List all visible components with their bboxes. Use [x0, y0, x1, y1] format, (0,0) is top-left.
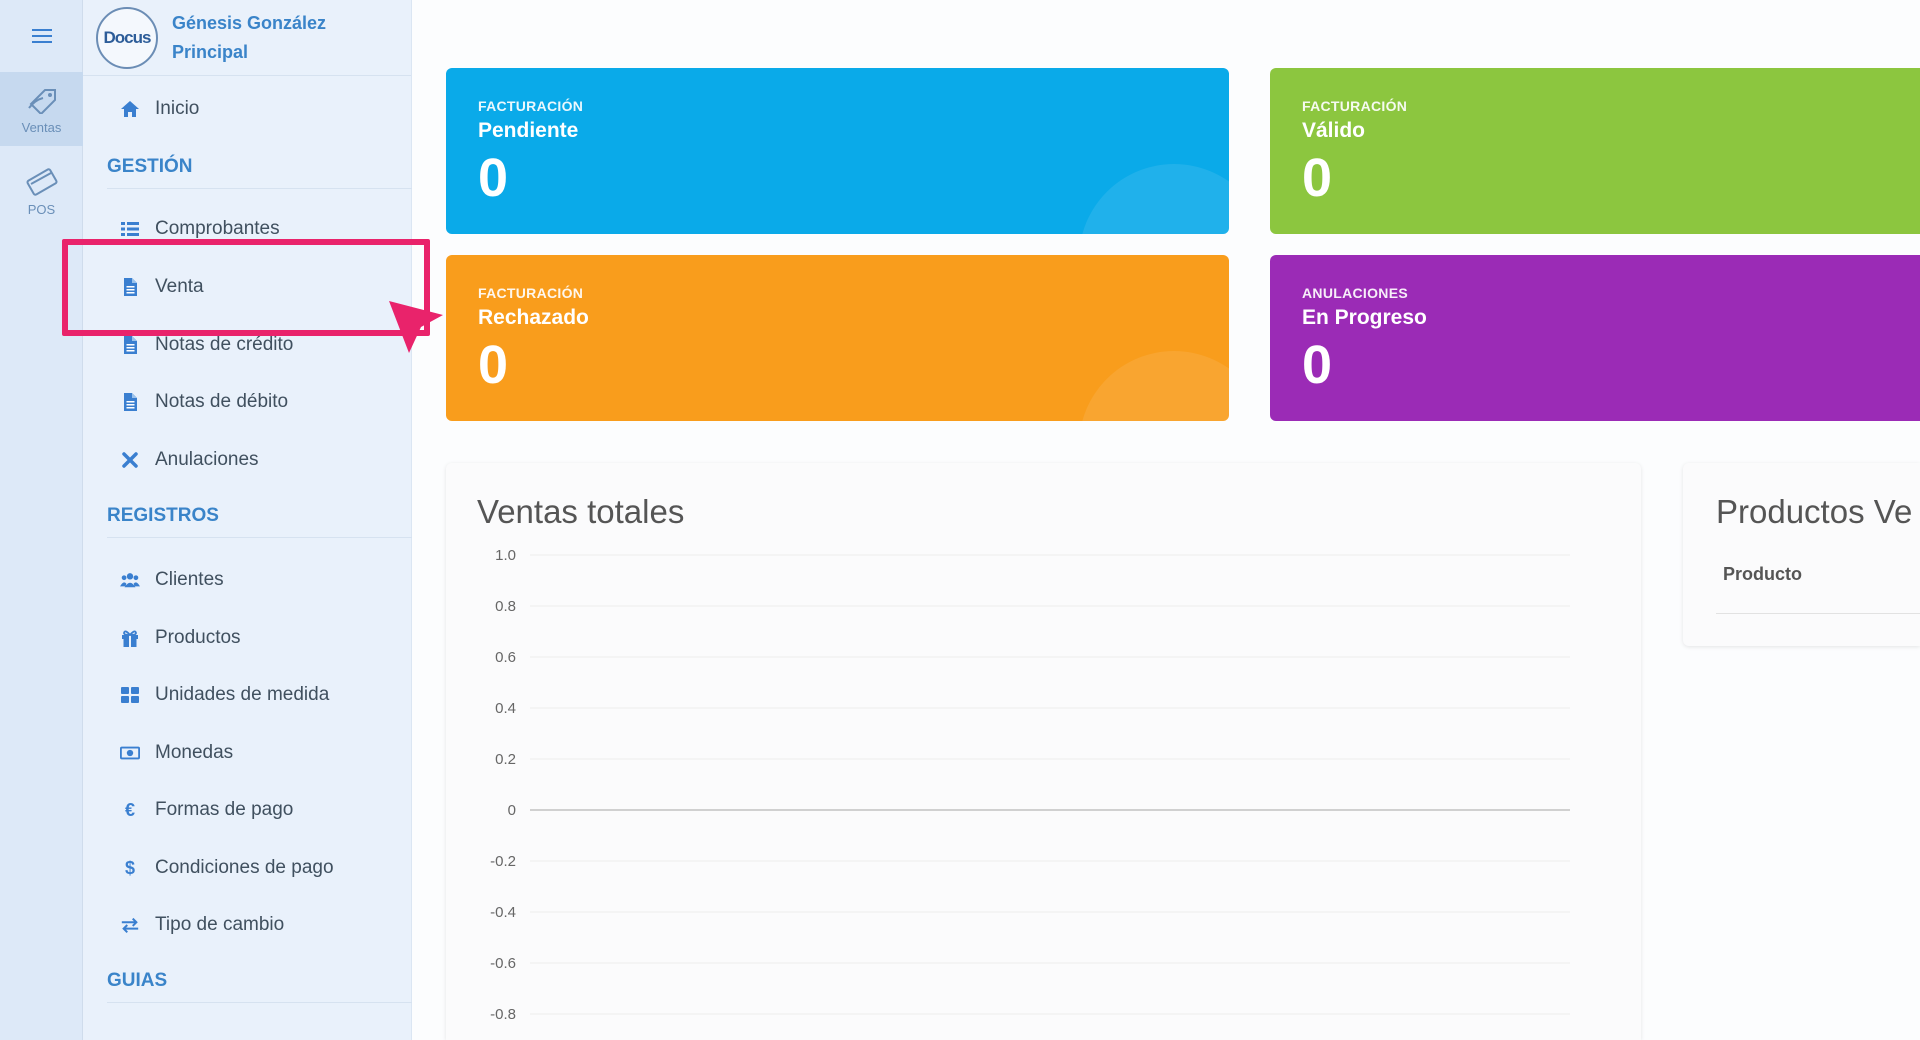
- sidebar-item-inicio[interactable]: Inicio: [83, 87, 412, 131]
- table-divider: [1716, 613, 1920, 614]
- y-tick-label: 0.6: [495, 649, 516, 666]
- euro-icon: €: [124, 799, 135, 820]
- sidebar-item-label: Clientes: [155, 569, 224, 590]
- products-panel: Productos Ve Producto: [1683, 463, 1920, 646]
- grid-icon: [117, 685, 143, 705]
- y-tick-label: 0.8: [495, 598, 516, 615]
- sidebar-item-clientes[interactable]: Clientes: [83, 558, 412, 602]
- document-icon: [117, 392, 143, 412]
- sidebar-item-label: Formas de pago: [155, 799, 294, 820]
- y-tick-label: 0.4: [495, 700, 516, 717]
- user-name: Génesis González: [172, 12, 327, 33]
- users-icon: [117, 570, 143, 590]
- section-registros: REGISTROS: [107, 494, 412, 538]
- y-tick-label: 0.2: [495, 751, 516, 768]
- sidebar-item-anulaciones[interactable]: Anulaciones: [83, 438, 412, 482]
- sidebar-item-tipo-cambio[interactable]: Tipo de cambio: [83, 903, 412, 947]
- highlight-box: [62, 239, 430, 336]
- card-facturacion-rechazado[interactable]: FACTURACIÓN Rechazado 0: [446, 255, 1229, 421]
- pointer-arrow-icon: [389, 301, 443, 353]
- exchange-icon: [117, 915, 143, 935]
- card-category: FACTURACIÓN: [478, 285, 584, 301]
- card-facturacion-valido[interactable]: FACTURACIÓN Válido 0: [1270, 68, 1920, 234]
- dollar-icon: $: [124, 857, 135, 878]
- card-label: Pendiente: [478, 119, 579, 142]
- sidebar-item-condiciones-pago[interactable]: $ Condiciones de pago: [83, 846, 412, 890]
- profile-header[interactable]: Docus Génesis González Principal: [83, 0, 411, 76]
- sidebar-item-monedas[interactable]: Monedas: [83, 731, 412, 775]
- sidebar-item-formas-pago[interactable]: € Formas de pago: [83, 788, 412, 832]
- card-category: FACTURACIÓN: [1302, 98, 1408, 114]
- sidebar-item-label: Inicio: [155, 98, 200, 119]
- y-tick-label: -0.4: [490, 904, 516, 921]
- sidebar-item-label: Notas de crédito: [155, 334, 294, 355]
- sidebar-item-label: Unidades de medida: [155, 684, 330, 705]
- sidebar-item-label: Comprobantes: [155, 218, 280, 239]
- cross-icon: [117, 450, 143, 470]
- card-anulaciones-progreso[interactable]: ANULACIONES En Progreso 0: [1270, 255, 1920, 421]
- rail-item-pos[interactable]: POS: [0, 154, 83, 228]
- company-logo: Docus: [96, 6, 158, 69]
- pos-card-icon: [25, 167, 58, 196]
- user-role: Principal: [172, 41, 249, 62]
- card-facturacion-pendiente[interactable]: FACTURACIÓN Pendiente 0: [446, 68, 1229, 234]
- sales-chart: 1.0 0.8 0.6 0.4 0.2 0 -0.2 -0.4 -0.6 -0.8: [490, 547, 1570, 1023]
- products-panel-title: Productos Ve: [1716, 493, 1913, 530]
- menu-toggle-icon[interactable]: [0, 0, 83, 72]
- y-tick-label: -0.6: [490, 955, 516, 972]
- document-icon: [117, 335, 143, 355]
- sidebar: Docus Génesis González Principal Inicio …: [83, 0, 412, 1040]
- card-category: ANULACIONES: [1302, 285, 1408, 301]
- app-rail: Ventas POS: [0, 0, 83, 1040]
- sidebar-item-label: Monedas: [155, 742, 234, 763]
- section-gestion: GESTIÓN: [107, 145, 412, 189]
- sidebar-item-label: Anulaciones: [155, 449, 259, 470]
- card-label: Válido: [1302, 119, 1366, 142]
- sidebar-item-productos[interactable]: Productos: [83, 616, 412, 660]
- sidebar-item-unidades-medida[interactable]: Unidades de medida: [83, 673, 412, 717]
- y-tick-label: -0.2: [490, 853, 516, 870]
- sales-chart-panel: Ventas totales 1.0 0.8 0.6 0.4 0.2 0 -0.2 -0.4-…: [446, 463, 1641, 1040]
- section-guias: GUIAS: [107, 959, 412, 1003]
- rail-label: Ventas: [21, 119, 62, 135]
- y-tick-label: 1.0: [495, 547, 516, 564]
- home-icon: [117, 99, 143, 119]
- y-tick-label: -0.8: [490, 1006, 516, 1023]
- sidebar-item-label: Productos: [155, 627, 241, 648]
- sidebar-item-label: Notas de débito: [155, 391, 289, 412]
- sidebar-item-notas-debito[interactable]: Notas de débito: [83, 380, 412, 424]
- column-header-producto: Producto: [1723, 564, 1802, 584]
- rail-label: POS: [27, 201, 56, 217]
- rail-item-ventas[interactable]: Ventas: [0, 72, 83, 146]
- card-category: FACTURACIÓN: [478, 98, 584, 114]
- list-icon: [117, 219, 143, 239]
- card-value: 0: [1302, 335, 1333, 395]
- card-label: En Progreso: [1302, 306, 1427, 329]
- gift-icon: [117, 628, 143, 648]
- card-value: 0: [1302, 148, 1333, 208]
- sales-tag-icon: [27, 88, 56, 114]
- sidebar-item-label: Condiciones de pago: [155, 857, 334, 878]
- money-icon: [117, 743, 143, 763]
- card-label: Rechazado: [478, 306, 589, 329]
- y-tick-label: 0: [508, 802, 516, 819]
- sidebar-item-label: Tipo de cambio: [155, 914, 285, 935]
